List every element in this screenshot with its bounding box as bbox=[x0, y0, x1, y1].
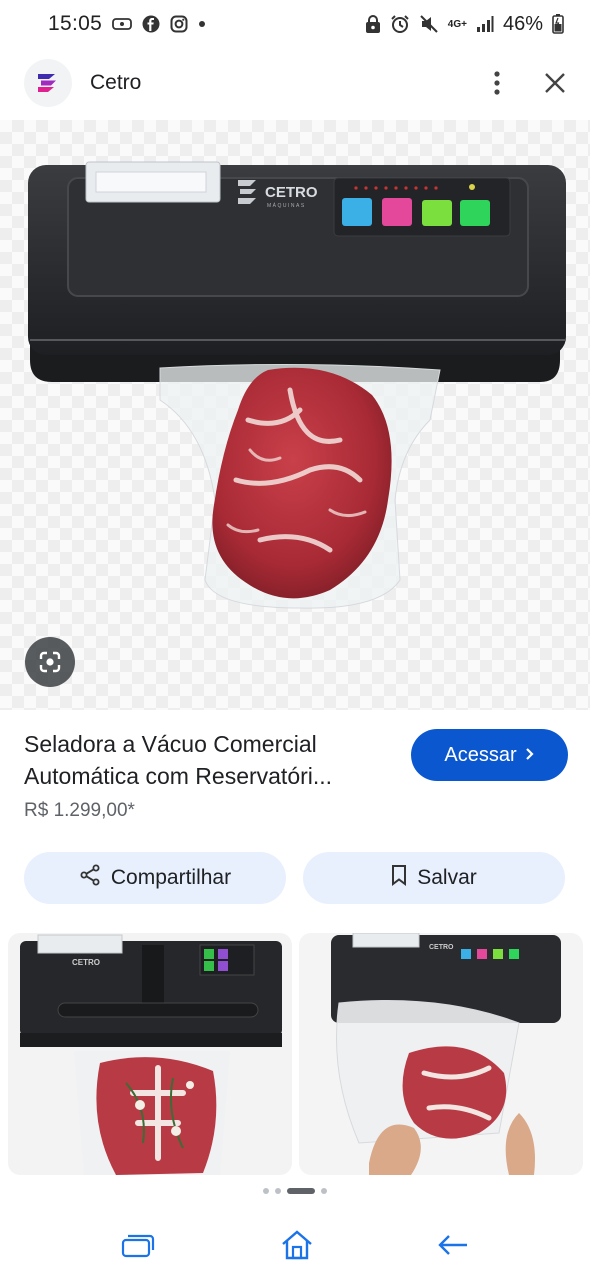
related-image-2[interactable]: CETRO bbox=[299, 933, 583, 1175]
product-price: R$ 1.299,00* bbox=[24, 800, 135, 821]
product-title-line1: Seladora a Vácuo Comercial bbox=[24, 731, 317, 757]
signal-icon bbox=[476, 15, 494, 33]
brand-sub-label: MÁQUINAS bbox=[267, 202, 306, 209]
product-image[interactable]: CETRO MÁQUINAS bbox=[0, 120, 590, 710]
facebook-icon bbox=[142, 15, 160, 33]
cetro-logo[interactable] bbox=[24, 59, 72, 107]
thumb-brand: CETRO bbox=[72, 958, 100, 967]
status-time: 15:05 bbox=[48, 12, 103, 35]
back-icon[interactable] bbox=[437, 1233, 469, 1257]
network-label: 4G+ bbox=[447, 18, 467, 30]
mute-icon bbox=[419, 14, 439, 34]
thumb2-brand: CETRO bbox=[429, 944, 454, 951]
google-lens-icon[interactable] bbox=[25, 637, 75, 687]
alarm-icon bbox=[390, 14, 410, 34]
product-title-line2: Automática com Reservatóri... bbox=[24, 763, 333, 789]
status-bar: 15:05 4G+ 46% bbox=[0, 0, 590, 48]
product-title[interactable]: Seladora a Vácuo Comercial Automática co… bbox=[24, 728, 394, 792]
save-button[interactable]: Salvar bbox=[303, 852, 565, 904]
system-nav-bar bbox=[0, 1210, 590, 1280]
visit-button-label: Acessar bbox=[444, 743, 517, 766]
carousel-indicator bbox=[0, 1188, 590, 1194]
vacuum-sealer-illustration: CETRO MÁQUINAS bbox=[28, 161, 566, 609]
app-bar: Cetro bbox=[0, 52, 590, 114]
home-icon[interactable] bbox=[279, 1229, 315, 1261]
recent-apps-icon[interactable] bbox=[121, 1232, 157, 1258]
lock-icon bbox=[365, 14, 381, 34]
instagram-icon bbox=[170, 15, 188, 33]
close-icon[interactable] bbox=[544, 72, 566, 94]
site-name: Cetro bbox=[90, 71, 142, 94]
battery-percent: 46% bbox=[502, 12, 543, 35]
share-icon bbox=[79, 864, 101, 892]
save-label: Salvar bbox=[417, 866, 477, 889]
dot-icon bbox=[198, 20, 206, 28]
visit-button[interactable]: Acessar bbox=[411, 729, 568, 781]
related-image-1[interactable]: CETRO bbox=[8, 933, 292, 1175]
sealer-with-steak-thumbnail: CETRO bbox=[20, 934, 282, 1175]
carousel-dot bbox=[275, 1188, 281, 1194]
chevron-right-icon bbox=[525, 744, 535, 767]
share-button[interactable]: Compartilhar bbox=[24, 852, 286, 904]
carousel-dot bbox=[263, 1188, 269, 1194]
battery-icon bbox=[552, 14, 564, 34]
brand-label: CETRO bbox=[265, 184, 318, 201]
screencast-icon bbox=[112, 17, 132, 31]
carousel-dot bbox=[321, 1188, 327, 1194]
bookmark-icon bbox=[391, 864, 407, 892]
hands-with-bag-thumbnail: CETRO bbox=[331, 933, 561, 1175]
carousel-dot-active bbox=[287, 1188, 315, 1194]
more-vert-icon[interactable] bbox=[494, 71, 500, 95]
share-label: Compartilhar bbox=[110, 866, 232, 889]
